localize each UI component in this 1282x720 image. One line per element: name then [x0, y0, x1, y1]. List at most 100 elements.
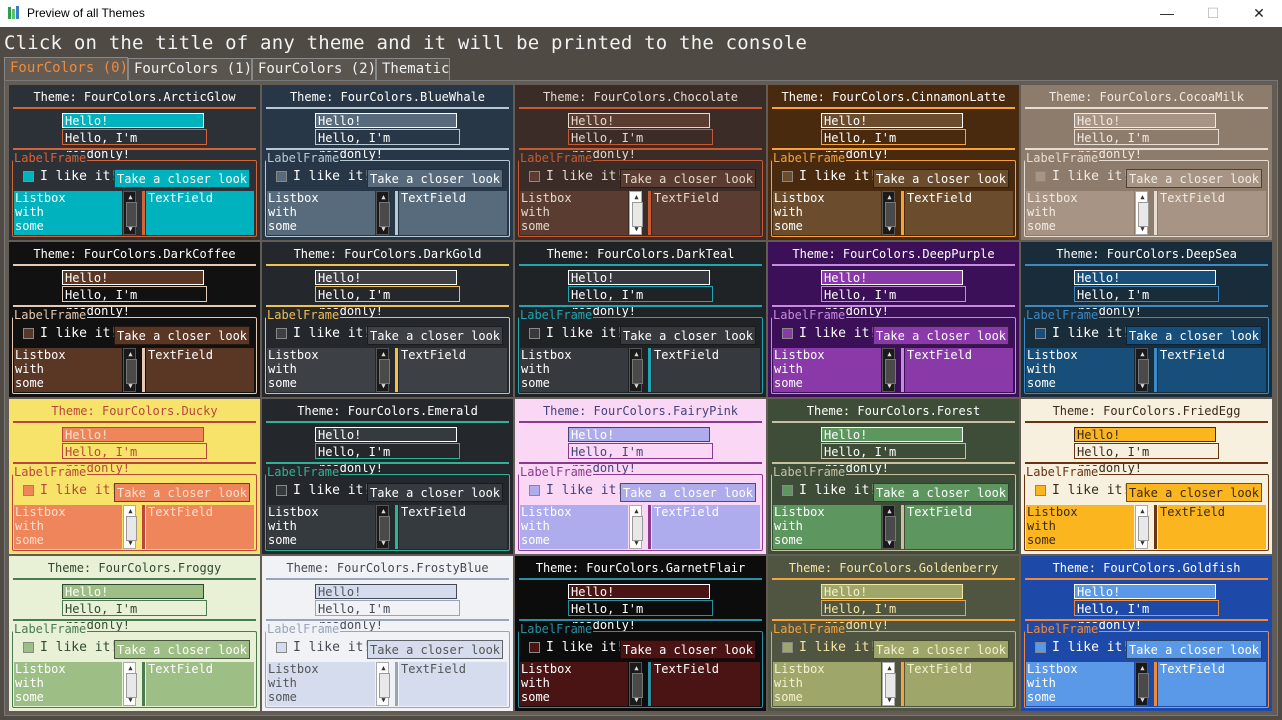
scrollbar-thumb[interactable]	[379, 673, 390, 698]
scroll-down-icon[interactable]: ▼	[632, 382, 641, 390]
closer-look-button[interactable]: Take a closer look	[1126, 640, 1262, 659]
scrollbar-thumb[interactable]	[126, 359, 137, 384]
list-item[interactable]: with	[774, 362, 881, 376]
closer-look-button[interactable]: Take a closer look	[1126, 326, 1262, 345]
like-checkbox-label[interactable]: I like it!	[40, 483, 118, 498]
list-item[interactable]: Listbox	[774, 505, 881, 519]
theme-title[interactable]: Theme: FourColors.CinnamonLatte	[768, 90, 1019, 104]
list-item[interactable]: some	[1027, 690, 1134, 704]
scrollbar-thumb[interactable]	[1138, 202, 1149, 227]
like-checkbox[interactable]	[276, 642, 287, 653]
scroll-down-icon[interactable]: ▼	[885, 696, 894, 704]
list-item[interactable]: some	[774, 219, 881, 233]
scrollbar-thumb[interactable]	[1138, 516, 1149, 541]
scroll-down-icon[interactable]: ▼	[379, 382, 388, 390]
listbox[interactable]: Listbox with some	[14, 348, 122, 392]
like-checkbox[interactable]	[529, 642, 540, 653]
closer-look-button[interactable]: Take a closer look	[873, 169, 1009, 188]
scrollbar-thumb[interactable]	[632, 673, 643, 698]
listbox-scrollbar[interactable]: ▲ ▼	[1135, 348, 1149, 392]
theme-title[interactable]: Theme: FourColors.DeepPurple	[768, 247, 1019, 261]
theme-title[interactable]: Theme: FourColors.Emerald	[262, 404, 513, 418]
scrollbar-thumb[interactable]	[632, 516, 643, 541]
closer-look-button[interactable]: Take a closer look	[114, 326, 250, 345]
listbox-scrollbar[interactable]: ▲ ▼	[1135, 662, 1149, 706]
list-item[interactable]: with	[774, 676, 881, 690]
closer-look-button[interactable]: Take a closer look	[1126, 169, 1262, 188]
list-item[interactable]: with	[521, 362, 628, 376]
listbox-scrollbar[interactable]: ▲ ▼	[629, 348, 643, 392]
closer-look-button[interactable]: Take a closer look	[873, 326, 1009, 345]
scroll-up-icon[interactable]: ▲	[885, 507, 894, 515]
scroll-up-icon[interactable]: ▲	[379, 350, 388, 358]
like-checkbox[interactable]	[529, 171, 540, 182]
scroll-up-icon[interactable]: ▲	[126, 664, 135, 672]
list-item[interactable]: some	[521, 219, 628, 233]
hello-input[interactable]: Hello!	[568, 584, 710, 599]
listbox[interactable]: Listbox with some	[520, 505, 628, 549]
tab-fourcolors-2[interactable]: FourColors (2)	[252, 58, 376, 80]
hello-input[interactable]: Hello!	[1074, 270, 1216, 285]
listbox[interactable]: Listbox with some	[14, 662, 122, 706]
list-item[interactable]: Listbox	[268, 348, 375, 362]
listbox-scrollbar[interactable]: ▲ ▼	[376, 505, 390, 549]
like-checkbox-label[interactable]: I like it!	[799, 640, 877, 655]
scrollbar-thumb[interactable]	[379, 202, 390, 227]
hello-input[interactable]: Hello!	[1074, 427, 1216, 442]
like-checkbox-label[interactable]: I like it!	[293, 326, 371, 341]
scroll-up-icon[interactable]: ▲	[632, 350, 641, 358]
list-item[interactable]: Listbox	[1027, 348, 1134, 362]
listbox[interactable]: Listbox with some	[773, 505, 881, 549]
list-item[interactable]: Listbox	[15, 191, 122, 205]
textfield[interactable]: TextField	[1158, 191, 1266, 235]
like-checkbox-label[interactable]: I like it!	[293, 169, 371, 184]
scroll-down-icon[interactable]: ▼	[1138, 539, 1147, 547]
list-item[interactable]: some	[1027, 376, 1134, 390]
hello-input[interactable]: Hello!	[821, 270, 963, 285]
hello-input[interactable]: Hello!	[315, 584, 457, 599]
textfield[interactable]: TextField	[399, 662, 507, 706]
list-item[interactable]: with	[15, 362, 122, 376]
scrollbar-thumb[interactable]	[379, 359, 390, 384]
list-item[interactable]: some	[15, 690, 122, 704]
listbox[interactable]: Listbox with some	[14, 505, 122, 549]
textfield[interactable]: TextField	[399, 191, 507, 235]
theme-title[interactable]: Theme: FourColors.DarkGold	[262, 247, 513, 261]
list-item[interactable]: some	[1027, 219, 1134, 233]
hello-input[interactable]: Hello!	[62, 113, 204, 128]
list-item[interactable]: with	[15, 676, 122, 690]
listbox[interactable]: Listbox with some	[1026, 348, 1134, 392]
list-item[interactable]: Listbox	[521, 662, 628, 676]
hello-input[interactable]: Hello!	[315, 113, 457, 128]
scroll-down-icon[interactable]: ▼	[885, 382, 894, 390]
scroll-down-icon[interactable]: ▼	[379, 539, 388, 547]
listbox[interactable]: Listbox with some	[520, 348, 628, 392]
hello-input[interactable]: Hello!	[62, 584, 204, 599]
close-button[interactable]: ✕	[1236, 0, 1282, 27]
hello-input[interactable]: Hello!	[1074, 113, 1216, 128]
hello-input[interactable]: Hello!	[62, 427, 204, 442]
list-item[interactable]: with	[774, 205, 881, 219]
closer-look-button[interactable]: Take a closer look	[367, 640, 503, 659]
like-checkbox-label[interactable]: I like it!	[293, 640, 371, 655]
list-item[interactable]: some	[268, 690, 375, 704]
listbox[interactable]: Listbox with some	[14, 191, 122, 235]
closer-look-button[interactable]: Take a closer look	[620, 640, 756, 659]
hello-input[interactable]: Hello!	[1074, 584, 1216, 599]
list-item[interactable]: Listbox	[268, 662, 375, 676]
closer-look-button[interactable]: Take a closer look	[114, 483, 250, 502]
listbox[interactable]: Listbox with some	[520, 662, 628, 706]
list-item[interactable]: some	[521, 376, 628, 390]
list-item[interactable]: with	[1027, 205, 1134, 219]
theme-title[interactable]: Theme: FourColors.DarkCoffee	[9, 247, 260, 261]
list-item[interactable]: Listbox	[521, 348, 628, 362]
like-checkbox[interactable]	[1035, 171, 1046, 182]
like-checkbox-label[interactable]: I like it!	[546, 326, 624, 341]
listbox-scrollbar[interactable]: ▲ ▼	[629, 505, 643, 549]
closer-look-button[interactable]: Take a closer look	[367, 326, 503, 345]
listbox-scrollbar[interactable]: ▲ ▼	[123, 348, 137, 392]
list-item[interactable]: some	[521, 533, 628, 547]
list-item[interactable]: some	[268, 376, 375, 390]
list-item[interactable]: with	[774, 519, 881, 533]
like-checkbox-label[interactable]: I like it!	[546, 169, 624, 184]
